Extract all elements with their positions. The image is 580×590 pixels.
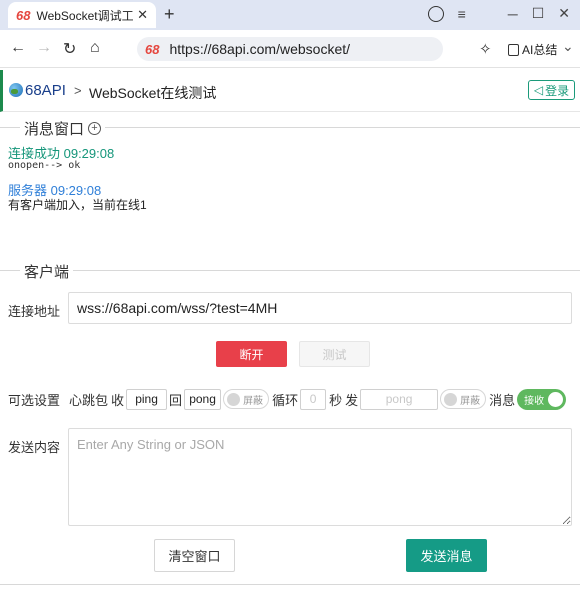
recv-label: 收 [111,392,125,408]
breadcrumb-separator: > [74,83,82,98]
bottom-divider [0,584,580,585]
login-button[interactable]: ◁ 登录 [528,80,575,100]
plus-circle-icon[interactable]: + [88,122,102,135]
test-button[interactable]: 测试 [299,341,370,367]
window-controls: ≡ ─ ☐ ✕ [427,5,570,22]
profile-icon[interactable] [427,5,444,22]
ai-summary-label: AI总结 [522,43,558,57]
mask-toggle-label: 屏蔽 [243,395,264,407]
seconds-label: 秒 [329,392,343,408]
tab-title: WebSocket调试工具 [36,8,134,23]
options-row: 可选设置 心跳包 收 ping 回 pong 屏蔽 循环 0 秒 发 pong … [8,388,567,410]
reload-icon[interactable]: ↻ [63,39,76,59]
loop-label: 循环 [272,392,299,408]
options-label: 可选设置 [8,392,61,408]
toggle-knob [548,391,564,407]
heartbeat-recv-input[interactable]: ping [126,388,168,410]
messages-legend: 消息窗口 + [20,118,106,139]
send-heartbeat-label: 发 [345,392,359,408]
site-favicon-icon: 68 [16,7,31,23]
extensions-icon[interactable]: ✧ [479,40,492,58]
content-textarea[interactable] [68,428,572,526]
new-tab-button[interactable]: + [164,4,175,25]
close-tab-icon[interactable]: ✕ [137,7,148,23]
globe-icon [9,83,23,97]
window-close-icon[interactable]: ✕ [558,5,570,22]
maximize-icon[interactable]: ☐ [532,5,545,22]
send-plane-icon: ◁ [533,83,544,97]
toggle-knob [444,392,458,406]
receive-toggle-label: 接收 [524,395,545,407]
content-label: 发送内容 [8,440,61,455]
address-label: 连接地址 [8,304,61,319]
minimize-icon[interactable]: ─ [508,6,518,22]
ai-summary-icon [508,43,519,56]
url-bar[interactable]: 68 https://68api.com/websocket/ [137,37,443,61]
reply-label: 回 [169,392,183,408]
tab-menu-icon[interactable]: ≡ [458,6,466,22]
heartbeat-label: 心跳包 [69,392,109,408]
message-body: onopen--> ok [8,160,81,171]
mask-toggle[interactable]: 屏蔽 [223,389,270,409]
messages-legend-label: 消息窗口 [24,121,85,138]
login-label: 登录 [545,83,570,98]
site-logo[interactable]: 68API [25,82,66,99]
breadcrumb-current: WebSocket在线测试 [89,85,217,101]
back-icon[interactable]: ← [10,39,26,57]
mask2-toggle[interactable]: 屏蔽 [440,389,487,409]
message-label: 消息 [489,392,516,408]
heartbeat-reply-input[interactable]: pong [184,388,222,410]
loop-interval-input[interactable]: 0 [300,388,327,410]
ai-summary-button[interactable]: AI总结 [508,41,557,58]
receive-toggle[interactable]: 接收 [517,388,567,410]
client-legend-label: 客户端 [24,264,70,281]
browser-tab[interactable]: 68 WebSocket调试工具 ✕ [8,2,156,28]
send-message-button[interactable]: 发送消息 [406,539,487,572]
client-legend: 客户端 [20,261,74,282]
mask2-toggle-label: 屏蔽 [460,395,481,407]
forward-icon[interactable]: → [36,39,52,57]
disconnect-button[interactable]: 断开 [216,341,287,367]
toggle-knob [227,392,241,406]
message-body: 有客户端加入，当前在线1 [8,198,147,212]
chevron-down-icon[interactable]: ⌄ [562,38,574,55]
address-toolbar: ← → ↻ ⌂ 68 https://68api.com/websocket/ … [0,30,580,68]
browser-tab-bar: 68 WebSocket调试工具 ✕ + ≡ ─ ☐ ✕ [0,0,580,30]
site-header: 68API > WebSocket在线测试 ◁ 登录 [0,70,580,112]
home-icon[interactable]: ⌂ [90,39,100,57]
client-divider [0,270,580,271]
url-text[interactable]: https://68api.com/websocket/ [169,41,350,57]
address-input[interactable] [68,292,572,324]
heartbeat-send-input[interactable]: pong [360,388,439,410]
url-favicon-icon: 68 [145,41,160,57]
clear-window-button[interactable]: 清空窗口 [154,539,235,572]
